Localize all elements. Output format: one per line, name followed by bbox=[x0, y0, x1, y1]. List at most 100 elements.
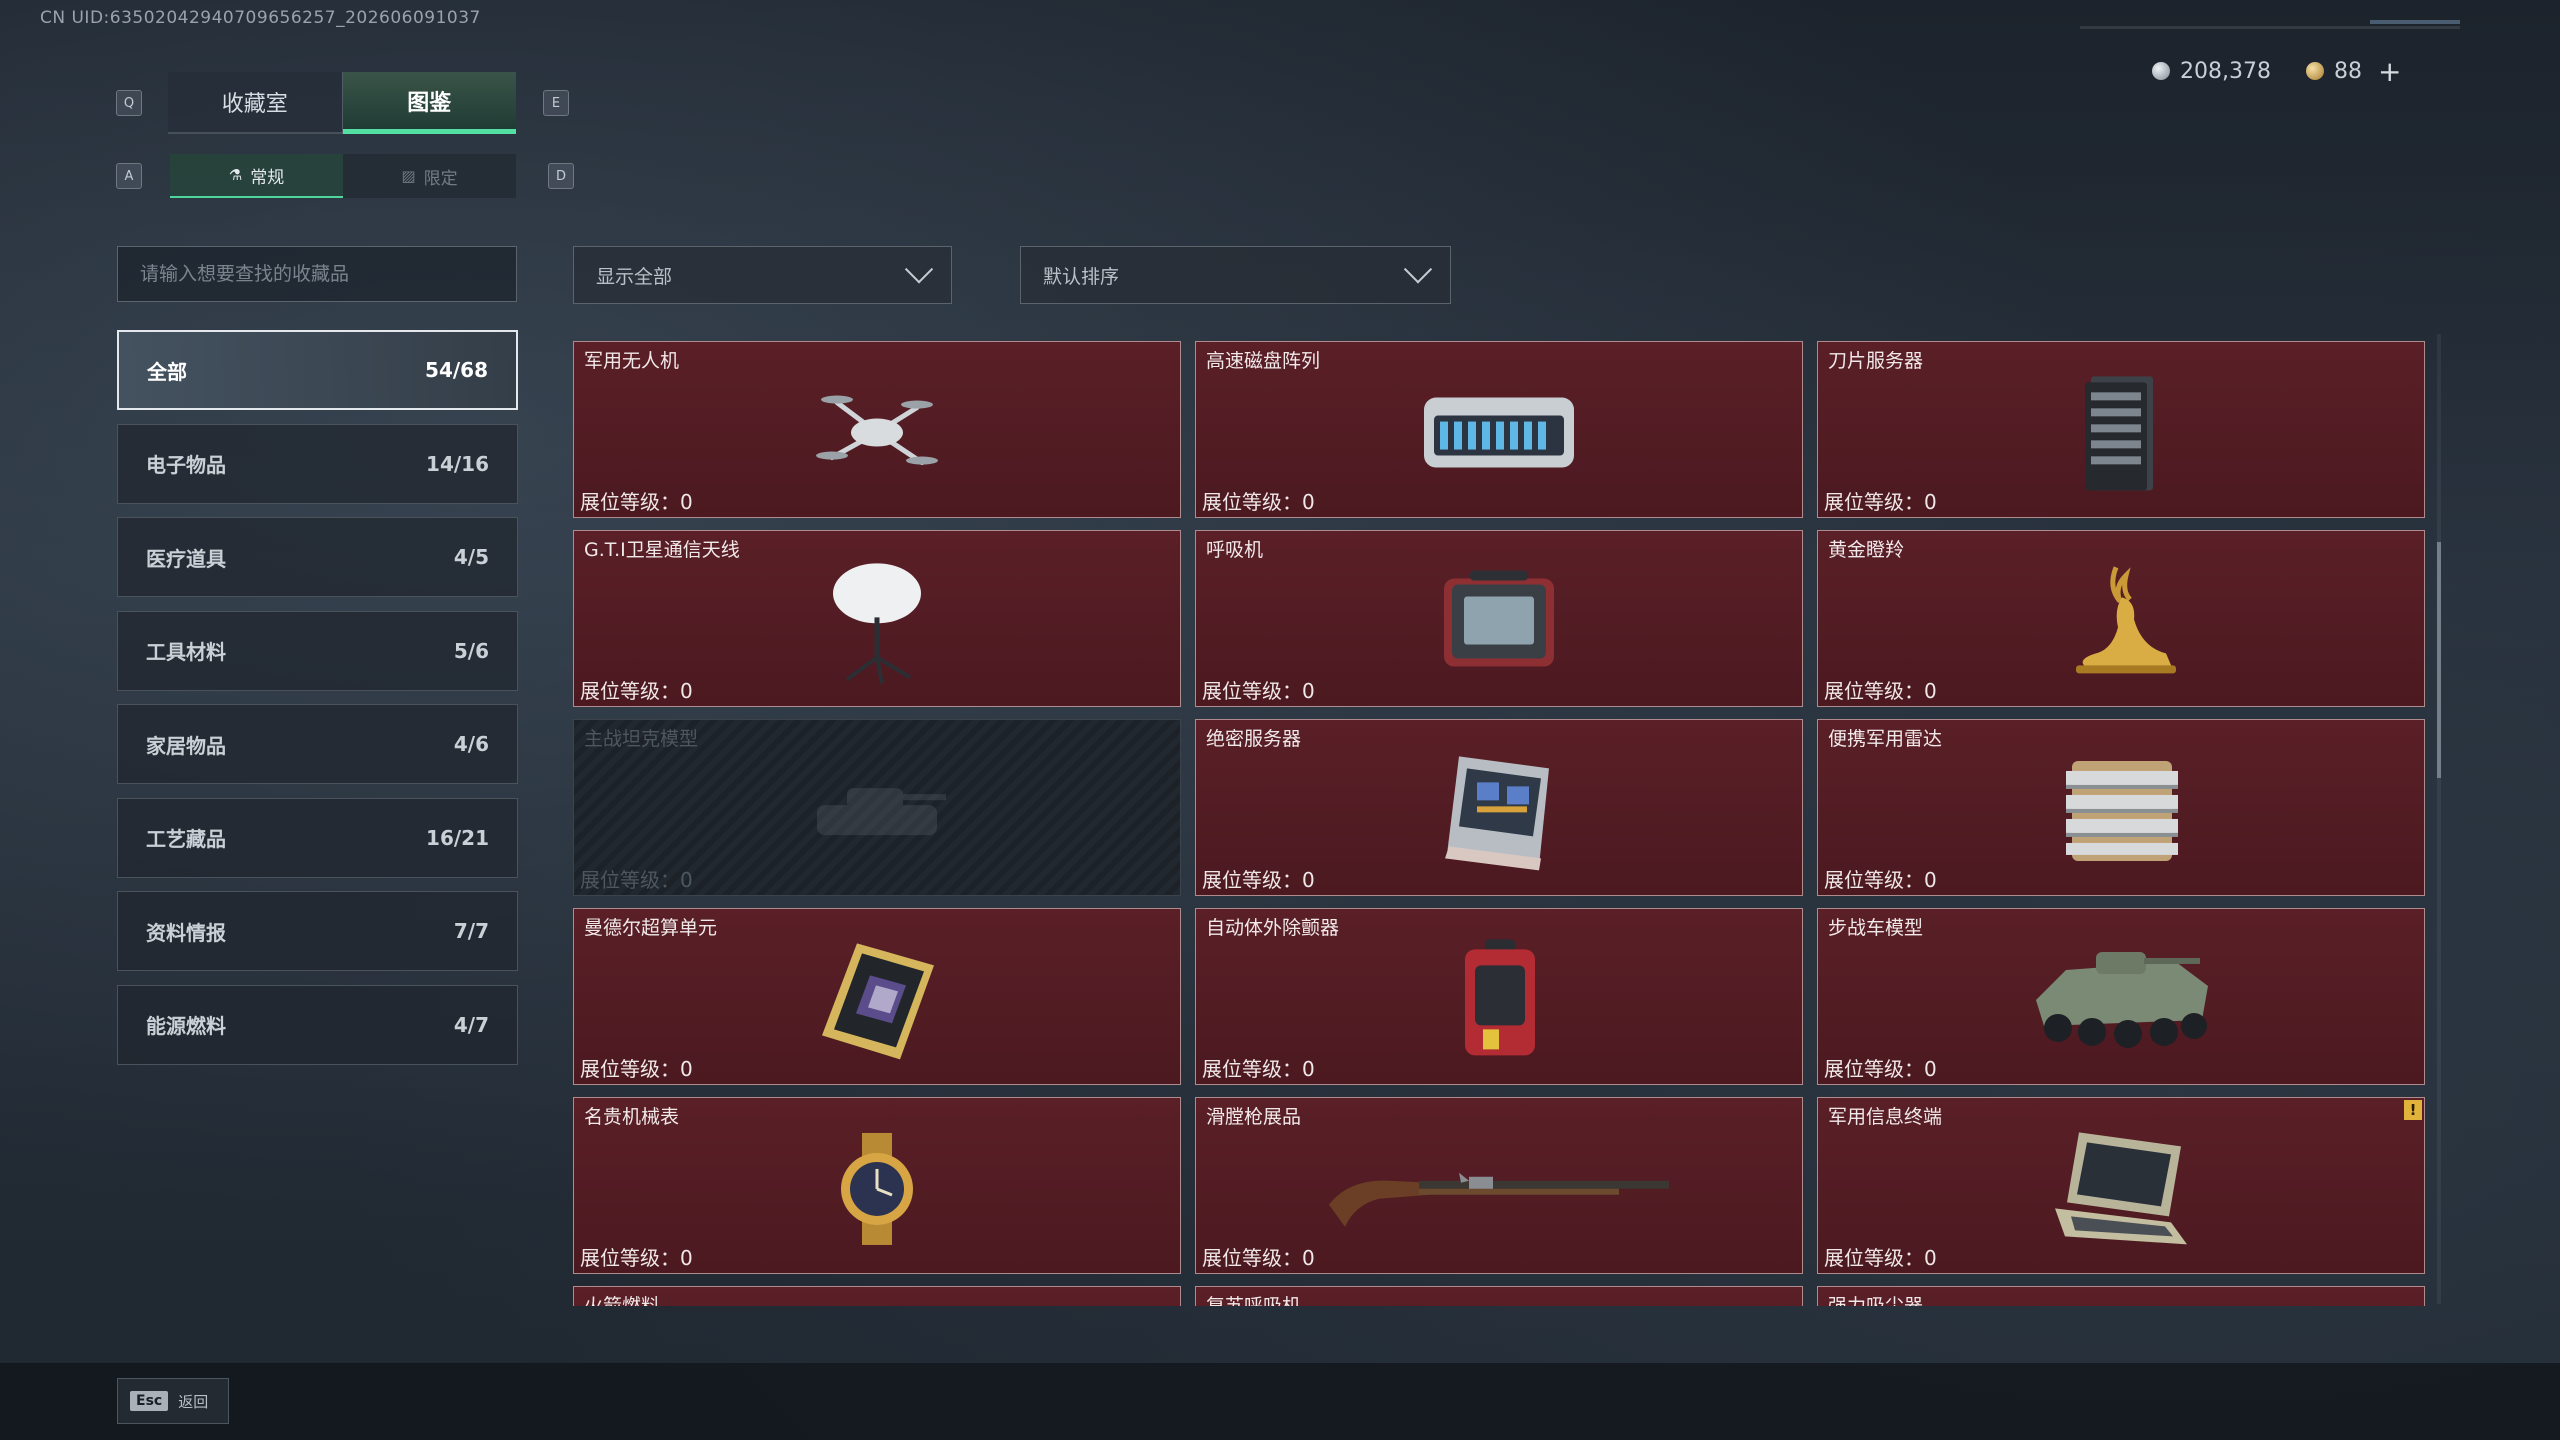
item-level: 展位等级：0 bbox=[580, 868, 693, 892]
item-card[interactable]: 军用无人机 展位等级：0 bbox=[573, 341, 1181, 518]
category-count: 16/21 bbox=[426, 825, 489, 850]
item-name: 便携军用雷达 bbox=[1828, 728, 1943, 750]
item-grid-viewport: 军用无人机 展位等级：0 高速磁盘阵列 展位等级：0 刀片服务器 展位等级：0 … bbox=[573, 341, 2425, 1306]
category-label: 家居物品 bbox=[146, 733, 226, 758]
item-name: 滑膛枪展品 bbox=[1206, 1106, 1302, 1128]
subtab-regular[interactable]: ⚗ 常规 bbox=[170, 154, 343, 198]
item-card[interactable]: G.T.I卫星通信天线 展位等级：0 bbox=[573, 530, 1181, 707]
defibrillator-icon bbox=[1449, 935, 1549, 1069]
item-name: 军用无人机 bbox=[584, 350, 680, 372]
terminal-icon bbox=[2041, 1124, 2201, 1258]
item-name: 主战坦克模型 bbox=[584, 728, 699, 750]
top-divider bbox=[2080, 26, 2460, 29]
top-divider-accent bbox=[2370, 20, 2460, 24]
item-name: 复苏呼吸机 bbox=[1206, 1295, 1302, 1306]
item-name: 绝密服务器 bbox=[1206, 728, 1302, 750]
search-input[interactable] bbox=[138, 262, 496, 286]
item-level: 展位等级：0 bbox=[1824, 1246, 1937, 1270]
category-label: 电子物品 bbox=[146, 453, 226, 477]
item-name: 名贵机械表 bbox=[584, 1106, 680, 1128]
category-label: 工具材料 bbox=[146, 640, 226, 664]
category-label: 全部 bbox=[147, 359, 187, 384]
category-label: 工艺藏品 bbox=[146, 827, 226, 851]
image-icon: ▨ bbox=[401, 167, 416, 185]
category-label: 资料情报 bbox=[146, 920, 226, 945]
key-hint-prev-subtab: A bbox=[116, 163, 142, 189]
item-card[interactable]: 黄金瞪羚 展位等级：0 bbox=[1817, 530, 2425, 707]
item-card[interactable]: 军用信息终端 ! 展位等级：0 bbox=[1817, 1097, 2425, 1274]
item-card[interactable]: 刀片服务器 展位等级：0 bbox=[1817, 341, 2425, 518]
add-currency-button[interactable]: + bbox=[2378, 55, 2401, 88]
silver-coin-icon bbox=[2152, 62, 2170, 80]
sort-dropdown[interactable]: 默认排序 bbox=[1020, 246, 1451, 304]
esc-key-hint: Esc bbox=[130, 1391, 169, 1411]
item-card[interactable]: 强力吸尘器 展位等级：0 bbox=[1817, 1286, 2425, 1306]
satellite-dish-icon bbox=[822, 557, 932, 691]
main-tabs: 收藏室 图鉴 bbox=[168, 72, 516, 134]
tank-model-icon bbox=[802, 760, 952, 864]
item-name: 火箭燃料 bbox=[584, 1295, 661, 1306]
category-tools[interactable]: 工具材料 5/6 bbox=[117, 610, 518, 691]
category-count: 4/5 bbox=[453, 545, 489, 569]
subtab-limited[interactable]: ▨ 限定 bbox=[343, 154, 516, 198]
disk-array-icon bbox=[1414, 377, 1584, 491]
item-level: 展位等级：0 bbox=[1202, 1246, 1315, 1270]
item-card[interactable]: 曼德尔超算单元 展位等级：0 bbox=[573, 908, 1181, 1085]
drone-icon bbox=[807, 377, 947, 491]
item-card[interactable]: 火箭燃料 展位等级：0 bbox=[573, 1286, 1181, 1306]
item-level: 展位等级：0 bbox=[1824, 1057, 1937, 1081]
item-card-locked[interactable]: 主战坦克模型 展位等级：0 bbox=[573, 719, 1181, 896]
tab-collection-room[interactable]: 收藏室 bbox=[168, 72, 342, 134]
category-count: 7/7 bbox=[453, 919, 489, 943]
radar-icon bbox=[2056, 750, 2186, 874]
tab-codex[interactable]: 图鉴 bbox=[342, 72, 516, 134]
sort-dropdown-value: 默认排序 bbox=[1043, 265, 1120, 288]
item-level: 展位等级：0 bbox=[580, 679, 693, 703]
subtab-regular-label: 常规 bbox=[250, 167, 285, 188]
flask-icon: ⚗ bbox=[228, 166, 243, 184]
item-level: 展位等级：0 bbox=[1824, 679, 1937, 703]
item-card[interactable]: 步战车模型 展位等级：0 bbox=[1817, 908, 2425, 1085]
key-hint-next-tab: E bbox=[543, 90, 569, 116]
item-level: 展位等级：0 bbox=[1202, 490, 1315, 514]
musket-icon bbox=[1319, 1142, 1679, 1236]
item-card[interactable]: 高速磁盘阵列 展位等级：0 bbox=[1195, 341, 1803, 518]
sub-tabs: ⚗ 常规 ▨ 限定 bbox=[170, 154, 516, 198]
item-card[interactable]: 呼吸机 展位等级：0 bbox=[1195, 530, 1803, 707]
grid-scrollbar[interactable] bbox=[2437, 334, 2441, 1304]
category-electronics[interactable]: 电子物品 14/16 bbox=[117, 423, 518, 504]
chevron-down-icon bbox=[904, 255, 934, 284]
item-name: 刀片服务器 bbox=[1828, 350, 1924, 372]
item-level: 展位等级：0 bbox=[1824, 490, 1937, 514]
category-household[interactable]: 家居物品 4/6 bbox=[117, 704, 518, 784]
item-level: 展位等级：0 bbox=[1202, 679, 1315, 703]
category-crafts[interactable]: 工艺藏品 16/21 bbox=[117, 797, 518, 878]
item-name: 黄金瞪羚 bbox=[1828, 539, 1905, 561]
item-card[interactable]: 复苏呼吸机 展位等级：0 bbox=[1195, 1286, 1803, 1306]
item-card[interactable]: 自动体外除颤器 展位等级：0 bbox=[1195, 908, 1803, 1085]
category-all[interactable]: 全部 54/68 bbox=[117, 330, 518, 410]
item-name: 自动体外除颤器 bbox=[1206, 917, 1340, 939]
category-intel[interactable]: 资料情报 7/7 bbox=[117, 891, 518, 971]
item-card[interactable]: 滑膛枪展品 展位等级：0 bbox=[1195, 1097, 1803, 1274]
category-energy[interactable]: 能源燃料 4/7 bbox=[117, 984, 518, 1065]
item-level: 展位等级：0 bbox=[1202, 1057, 1315, 1081]
category-count: 4/6 bbox=[453, 732, 489, 756]
back-button[interactable]: Esc 返回 bbox=[117, 1378, 229, 1424]
item-card[interactable]: 便携军用雷达 展位等级：0 bbox=[1817, 719, 2425, 896]
category-count: 5/6 bbox=[453, 638, 489, 663]
item-card[interactable]: 名贵机械表 展位等级：0 bbox=[573, 1097, 1181, 1274]
warning-icon: ! bbox=[2404, 1100, 2422, 1120]
item-level: 展位等级：0 bbox=[580, 490, 693, 514]
item-card[interactable]: 绝密服务器 展位等级：0 bbox=[1195, 719, 1803, 896]
item-name: 军用信息终端 bbox=[1828, 1106, 1943, 1128]
category-medical[interactable]: 医疗道具 4/5 bbox=[117, 517, 518, 597]
supercompute-unit-icon bbox=[812, 935, 942, 1069]
scrollbar-thumb[interactable] bbox=[2437, 542, 2441, 778]
category-list: 全部 54/68 电子物品 14/16 医疗道具 4/5 工具材料 5/6 家居… bbox=[117, 330, 518, 1078]
uid-label: CN UID:63502042940709656257_202606091037 bbox=[40, 8, 481, 28]
search-box bbox=[117, 246, 517, 302]
category-count: 54/68 bbox=[425, 358, 488, 382]
silver-currency: 208,378 bbox=[2152, 56, 2271, 86]
filter-dropdown[interactable]: 显示全部 bbox=[573, 246, 952, 304]
